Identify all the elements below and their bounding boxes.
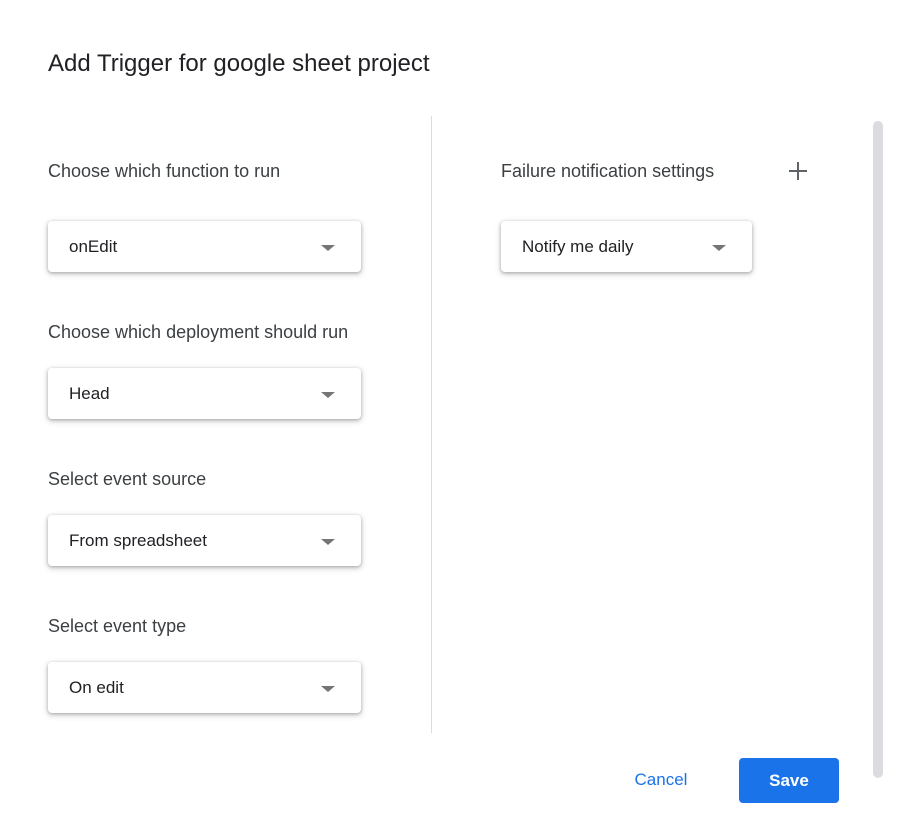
save-button[interactable]: Save [739, 758, 839, 803]
function-label: Choose which function to run [48, 161, 281, 181]
cancel-button[interactable]: Cancel [612, 758, 710, 802]
plus-icon[interactable] [786, 159, 810, 183]
event-type-label: Select event type [48, 616, 187, 636]
event-type-select[interactable]: On edit [48, 662, 361, 713]
event-source-label: Select event source [48, 469, 207, 489]
dialog-title: Add Trigger for google sheet project [48, 50, 430, 77]
deployment-label: Choose which deployment should run [48, 322, 349, 342]
event-type-select-value: On edit [69, 677, 124, 697]
add-trigger-dialog: Add Trigger for google sheet project Cho… [0, 0, 904, 826]
caret-down-icon [321, 685, 335, 692]
column-divider [431, 116, 432, 733]
function-select[interactable]: onEdit [48, 221, 361, 272]
deployment-select-value: Head [69, 383, 110, 403]
failure-notification-label: Failure notification settings [501, 161, 715, 181]
scrollbar[interactable] [873, 121, 883, 778]
caret-down-icon [321, 244, 335, 251]
caret-down-icon [321, 538, 335, 545]
failure-notification-select[interactable]: Notify me daily [501, 221, 752, 272]
deployment-select[interactable]: Head [48, 368, 361, 419]
caret-down-icon [321, 391, 335, 398]
caret-down-icon [712, 244, 726, 251]
function-select-value: onEdit [69, 236, 118, 256]
event-source-select-value: From spreadsheet [69, 530, 207, 550]
event-source-select[interactable]: From spreadsheet [48, 515, 361, 566]
